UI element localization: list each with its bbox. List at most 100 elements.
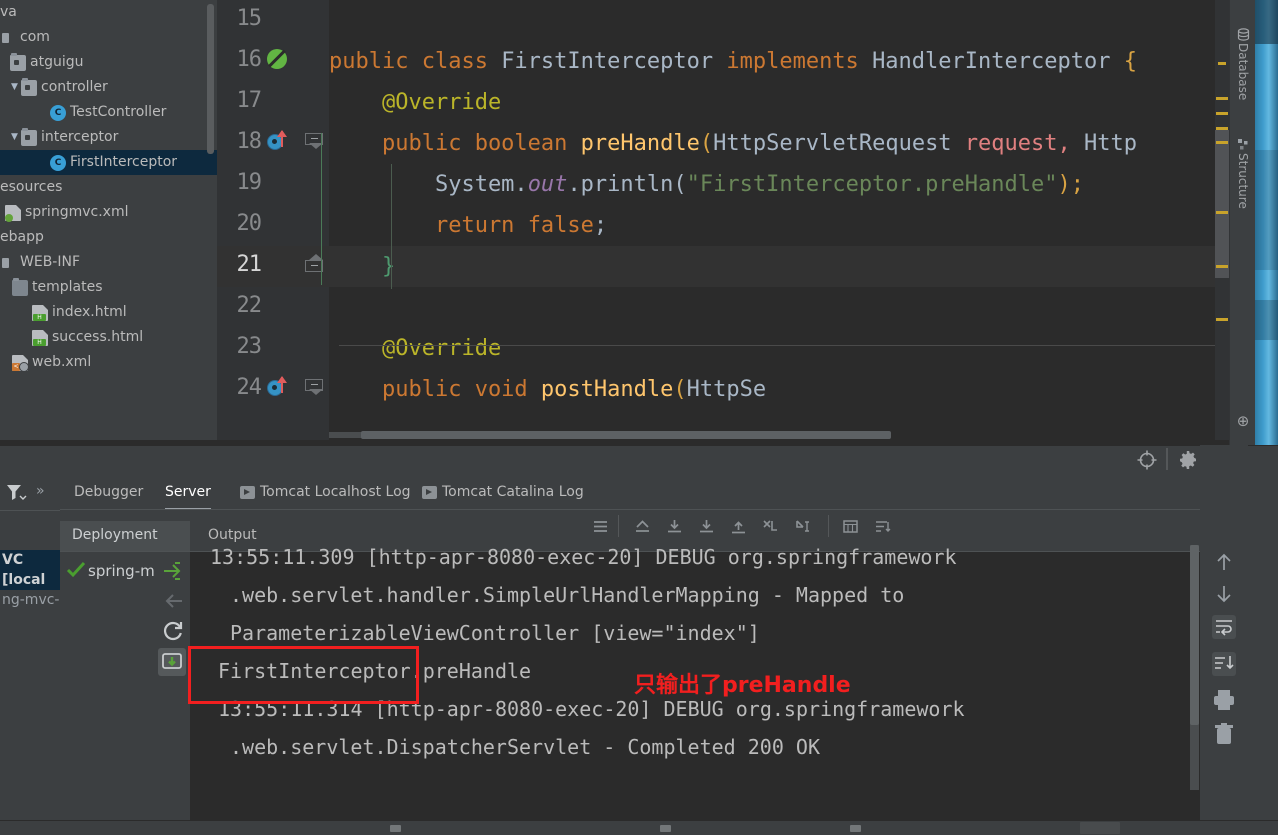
tree-item-controller[interactable]: ▼ controller bbox=[0, 75, 217, 100]
structure-icon bbox=[1237, 138, 1250, 151]
tool-tab-label: Database bbox=[1236, 43, 1250, 101]
green-run-disabled-icon[interactable] bbox=[267, 49, 289, 71]
code-line: public boolean preHandle(HttpServletRequ… bbox=[329, 123, 1215, 164]
run-tabs-bar[interactable]: Debugger Server Tomcat Localhost Log Tom… bbox=[60, 477, 1238, 537]
tree-item-interceptor[interactable]: ▼ interceptor bbox=[0, 125, 217, 150]
tree-item-springmvc-xml[interactable]: springmvc.xml bbox=[0, 200, 217, 225]
tab-server[interactable]: Server bbox=[165, 477, 211, 510]
run-configurations-strip[interactable]: » VC [local ng-mvc- bbox=[0, 477, 60, 834]
tool-tab-database[interactable]: Database bbox=[1230, 28, 1256, 100]
stripe-thumb[interactable] bbox=[1215, 130, 1229, 278]
tree-item-label: ebapp bbox=[0, 229, 44, 245]
log-file-icon bbox=[240, 485, 255, 499]
right-tool-window-bar[interactable]: Database Structure ⊕ bbox=[1229, 0, 1256, 445]
globe-icon[interactable]: ⊕ bbox=[1230, 412, 1256, 430]
tree-item[interactable]: atguigu bbox=[0, 50, 217, 75]
tree-item-testcontroller[interactable]: TestController bbox=[0, 100, 217, 125]
deploy-icon[interactable] bbox=[162, 560, 184, 582]
code-token: @Override bbox=[329, 336, 502, 361]
tree-item-index-html[interactable]: Hindex.html bbox=[0, 300, 217, 325]
tree-item[interactable]: ebapp bbox=[0, 225, 217, 250]
tab-tomcat-localhost-log[interactable]: Tomcat Localhost Log bbox=[240, 477, 411, 510]
tool-tab-structure[interactable]: Structure bbox=[1230, 138, 1256, 209]
tree-item-success-html[interactable]: Hsuccess.html bbox=[0, 325, 217, 350]
code-token: } bbox=[329, 254, 396, 279]
tree-item-label: TestController bbox=[70, 104, 167, 120]
fold-collapse-icon[interactable] bbox=[305, 379, 323, 395]
tree-item-firstinterceptor[interactable]: FirstInterceptor bbox=[0, 150, 217, 175]
subtab-deployment[interactable]: Deployment bbox=[60, 521, 190, 552]
subtab-label: Deployment bbox=[72, 527, 158, 543]
chevron-down-icon[interactable]: ▼ bbox=[8, 125, 21, 150]
console-side-toolbar[interactable] bbox=[1200, 445, 1248, 834]
run-config-subname: ng-mvc- bbox=[2, 592, 60, 608]
override-method-icon[interactable] bbox=[267, 130, 289, 153]
locate-icon[interactable] bbox=[1136, 449, 1160, 473]
filter-icon[interactable] bbox=[6, 483, 28, 503]
editor-gutter[interactable]: 15 16 17 18 19 20 21 22 23 24 bbox=[217, 0, 329, 440]
line-number: 23 bbox=[236, 334, 262, 359]
print-icon[interactable] bbox=[1212, 688, 1236, 712]
code-line: @Override bbox=[329, 328, 1215, 369]
code-line: public void postHandle(HttpSe bbox=[329, 369, 1215, 410]
java-class-icon bbox=[50, 154, 66, 171]
deployment-panel[interactable]: spring-m bbox=[60, 552, 190, 834]
scroll-up-icon[interactable] bbox=[1212, 550, 1236, 574]
tree-item-label: com bbox=[20, 29, 50, 45]
redeploy-icon[interactable] bbox=[162, 620, 184, 642]
scrollbar-thumb[interactable] bbox=[361, 431, 891, 439]
project-tree-panel[interactable]: va com atguigu ▼ controller TestControlle… bbox=[0, 0, 217, 440]
code-token: false bbox=[527, 213, 594, 238]
tree-item-label: controller bbox=[41, 79, 108, 95]
tab-debugger[interactable]: Debugger bbox=[74, 477, 143, 510]
tree-item[interactable]: com bbox=[0, 25, 217, 50]
soft-wrap-icon[interactable] bbox=[1212, 615, 1236, 639]
code-token: postHandle bbox=[540, 377, 674, 402]
annotation-highlight-box bbox=[188, 646, 419, 704]
trash-icon[interactable] bbox=[1212, 722, 1236, 746]
run-config-entry[interactable]: VC [local ng-mvc- bbox=[0, 550, 60, 608]
tree-item-label: interceptor bbox=[41, 129, 119, 145]
header-divider bbox=[1166, 448, 1168, 470]
tree-item-templates[interactable]: templates bbox=[0, 275, 217, 300]
editor-horizontal-scrollbar[interactable] bbox=[329, 430, 1215, 439]
undeploy-icon[interactable] bbox=[162, 590, 184, 612]
code-token: preHandle bbox=[580, 131, 700, 156]
override-method-icon[interactable] bbox=[267, 376, 289, 399]
tree-item[interactable]: va bbox=[0, 0, 217, 25]
tree-item-webinf[interactable]: WEB-INF bbox=[0, 250, 217, 275]
code-token: , bbox=[1057, 131, 1085, 156]
idea-window: va com atguigu ▼ controller TestControlle… bbox=[0, 0, 1278, 835]
code-token: ); bbox=[1057, 172, 1085, 197]
module-square-icon bbox=[0, 255, 16, 271]
code-token: return bbox=[329, 213, 528, 238]
editor-error-stripe[interactable] bbox=[1215, 0, 1229, 440]
gutter-line-current: 21 bbox=[217, 246, 329, 287]
tree-item-web-xml[interactable]: < web.xml bbox=[0, 350, 217, 375]
project-tree-scrollbar[interactable] bbox=[207, 4, 214, 154]
scroll-down-icon[interactable] bbox=[1212, 582, 1236, 606]
code-token: ; bbox=[593, 213, 608, 238]
console-vertical-scrollbar-thumb[interactable] bbox=[1190, 545, 1199, 725]
tree-item-label: templates bbox=[32, 279, 103, 295]
gutter-line: 24 bbox=[217, 369, 329, 410]
code-editor[interactable]: public class FirstInterceptor implements… bbox=[329, 0, 1215, 440]
update-icon[interactable] bbox=[158, 648, 186, 676]
run-config-name: VC [local bbox=[2, 552, 46, 588]
log-file-icon bbox=[422, 485, 437, 499]
code-token: HttpServletRequest bbox=[713, 131, 965, 156]
code-token: public class bbox=[329, 49, 502, 74]
tab-tomcat-catalina-log[interactable]: Tomcat Catalina Log bbox=[422, 477, 584, 510]
run-tool-window: ▾ » VC [local ng-mvc- Debugger Server To… bbox=[0, 445, 1278, 834]
status-bar[interactable] bbox=[0, 820, 1278, 835]
code-token: ( bbox=[699, 131, 714, 156]
gutter-line: 23 bbox=[217, 328, 329, 369]
scroll-to-end-icon[interactable] bbox=[1212, 652, 1236, 676]
code-token: HttpSe bbox=[686, 377, 767, 402]
settings-gear-icon[interactable] bbox=[1178, 450, 1200, 472]
double-chevron-right-icon[interactable]: » bbox=[36, 483, 45, 499]
tree-item[interactable]: esources bbox=[0, 175, 217, 200]
chevron-down-icon[interactable]: ▼ bbox=[8, 75, 21, 100]
